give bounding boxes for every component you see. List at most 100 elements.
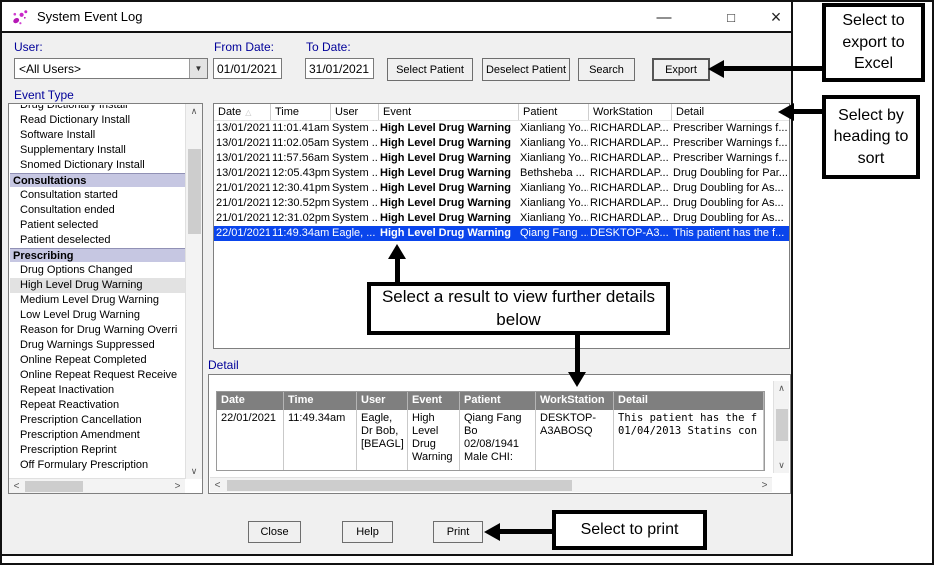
cell-user: Eagle, ... <box>330 226 378 241</box>
event-type-item[interactable]: Prescription Reprint <box>10 443 186 458</box>
event-type-item[interactable]: Low Level Drug Warning <box>10 308 186 323</box>
search-button[interactable]: Search <box>578 58 635 81</box>
column-header-workstation[interactable]: WorkStation <box>588 104 671 120</box>
from-date-label: From Date: <box>214 40 274 54</box>
event-type-item[interactable]: Patient selected <box>10 218 186 233</box>
cell-time: 11:57.56am <box>270 151 330 166</box>
scroll-up-icon[interactable]: ∧ <box>186 104 202 119</box>
event-type-item[interactable]: Consultation ended <box>10 203 186 218</box>
scroll-left-icon[interactable]: < <box>210 478 225 492</box>
close-button-icon[interactable]: × <box>760 5 792 29</box>
results-body: 13/01/202111:01.41amSystem ...High Level… <box>214 121 789 241</box>
print-button[interactable]: Print <box>433 521 483 543</box>
export-button[interactable]: Export <box>652 58 710 81</box>
result-row[interactable]: 13/01/202111:01.41amSystem ...High Level… <box>214 121 789 136</box>
event-type-category[interactable]: Prescribing <box>10 248 186 263</box>
column-header-date[interactable]: Date△ <box>214 104 270 120</box>
cell-time: 12:05.43pm <box>270 166 330 181</box>
result-row[interactable]: 13/01/202111:57.56amSystem ...High Level… <box>214 151 789 166</box>
event-type-item[interactable]: Reason for Drug Warning Overri <box>10 323 186 338</box>
event-type-label: Event Type <box>14 88 74 102</box>
detail-cell-time: 11:49.34am <box>284 410 357 470</box>
event-type-item[interactable]: Drug Warnings Suppressed <box>10 338 186 353</box>
result-row-selected[interactable]: 22/01/202111:49.34amEagle, ...High Level… <box>214 226 789 241</box>
maximize-button-icon[interactable]: □ <box>715 5 747 29</box>
to-date-label: To Date: <box>306 40 351 54</box>
detail-column-header-date: Date <box>217 392 284 410</box>
user-label: User: <box>14 40 43 54</box>
chevron-down-icon[interactable]: ▼ <box>189 59 207 78</box>
result-row[interactable]: 21/01/202112:30.52pmSystem ...High Level… <box>214 196 789 211</box>
event-type-item[interactable]: Read Dictionary Install <box>10 113 186 128</box>
event-type-item[interactable]: Online Repeat Completed <box>10 353 186 368</box>
event-type-item[interactable]: Online Repeat Request Receive <box>10 368 186 383</box>
print-arrow-shaft <box>500 529 552 534</box>
scroll-left-icon[interactable]: < <box>9 479 24 493</box>
cell-time: 11:01.41am <box>270 121 330 136</box>
cell-detail: Drug Doubling for As... <box>671 181 787 196</box>
detail-cell-event: High Level Drug Warning <box>408 410 460 470</box>
help-button[interactable]: Help <box>342 521 393 543</box>
event-type-category[interactable]: Consultations <box>10 173 186 188</box>
event-type-item[interactable]: Software Install <box>10 128 186 143</box>
scroll-right-icon[interactable]: > <box>170 479 185 493</box>
column-header-event[interactable]: Event <box>378 104 518 120</box>
cell-detail: Drug Doubling for Par... <box>671 166 787 181</box>
event-type-item[interactable]: Consultation started <box>10 188 186 203</box>
result-arrow-down-icon <box>568 372 586 387</box>
cell-patient: Xianliang Yo... <box>518 196 588 211</box>
result-row[interactable]: 13/01/202112:05.43pmSystem ...High Level… <box>214 166 789 181</box>
column-header-patient[interactable]: Patient <box>518 104 588 120</box>
detail-vertical-scrollbar[interactable]: ∧ ∨ <box>773 381 789 473</box>
event-type-item[interactable]: Medium Level Drug Warning <box>10 293 186 308</box>
column-header-time[interactable]: Time <box>270 104 330 120</box>
scrollbar-thumb[interactable] <box>25 481 83 492</box>
cell-workstation: RICHARDLAP... <box>588 121 671 136</box>
column-header-detail[interactable]: Detail <box>671 104 787 120</box>
detail-column-header-user: User <box>357 392 408 410</box>
column-header-user[interactable]: User <box>330 104 378 120</box>
event-type-item[interactable]: Supplementary Install <box>10 143 186 158</box>
event-type-horizontal-scrollbar[interactable]: < > <box>9 478 185 493</box>
event-type-item[interactable]: Drug Options Changed <box>10 263 186 278</box>
deselect-patient-button[interactable]: Deselect Patient <box>482 58 570 81</box>
result-row[interactable]: 13/01/202111:02.05amSystem ...High Level… <box>214 136 789 151</box>
from-date-input[interactable] <box>213 58 282 79</box>
scroll-down-icon[interactable]: ∨ <box>774 458 789 473</box>
cell-user: System ... <box>330 121 378 136</box>
to-date-input[interactable] <box>305 58 374 79</box>
result-row[interactable]: 21/01/202112:31.02pmSystem ...High Level… <box>214 211 789 226</box>
event-type-item[interactable]: Off Formulary Prescription <box>10 458 186 473</box>
event-type-item[interactable]: Repeat Inactivation <box>10 383 186 398</box>
print-arrow-icon <box>484 523 500 541</box>
event-type-item[interactable]: High Level Drug Warning <box>10 278 186 293</box>
event-type-item[interactable]: Repeat Reactivation <box>10 398 186 413</box>
user-dropdown[interactable]: <All Users> ▼ <box>14 58 208 79</box>
cell-date: 22/01/2021 <box>214 226 270 241</box>
scrollbar-thumb[interactable] <box>227 480 572 491</box>
select-patient-button[interactable]: Select Patient <box>387 58 473 81</box>
event-type-item[interactable]: Snomed Dictionary Install <box>10 158 186 173</box>
event-type-item[interactable]: Prescription Cancellation <box>10 413 186 428</box>
event-type-vertical-scrollbar[interactable]: ∧ ∨ <box>185 104 202 479</box>
event-type-item[interactable]: Prescription Amendment <box>10 428 186 443</box>
close-button[interactable]: Close <box>248 521 301 543</box>
event-type-item[interactable]: Drug Dictionary Install <box>10 105 186 113</box>
cell-patient: Xianliang Yo... <box>518 211 588 226</box>
minimize-button-icon[interactable]: — <box>648 5 680 29</box>
scrollbar-thumb[interactable] <box>776 409 788 441</box>
scroll-up-icon[interactable]: ∧ <box>774 381 789 396</box>
scroll-down-icon[interactable]: ∨ <box>186 464 202 479</box>
result-row[interactable]: 21/01/202112:30.41pmSystem ...High Level… <box>214 181 789 196</box>
user-dropdown-value: <All Users> <box>15 62 189 76</box>
scrollbar-thumb[interactable] <box>188 149 201 234</box>
export-arrow-icon <box>708 60 724 78</box>
cell-detail: Drug Doubling for As... <box>671 196 787 211</box>
cell-workstation: RICHARDLAP... <box>588 166 671 181</box>
detail-horizontal-scrollbar[interactable]: < > <box>210 477 772 492</box>
cell-workstation: RICHARDLAP... <box>588 181 671 196</box>
scroll-right-icon[interactable]: > <box>757 478 772 492</box>
detail-column-header-detail: Detail <box>614 392 764 410</box>
detail-data-row: 22/01/202111:49.34amEagle, Dr Bob, [BEAG… <box>217 410 764 470</box>
event-type-item[interactable]: Patient deselected <box>10 233 186 248</box>
